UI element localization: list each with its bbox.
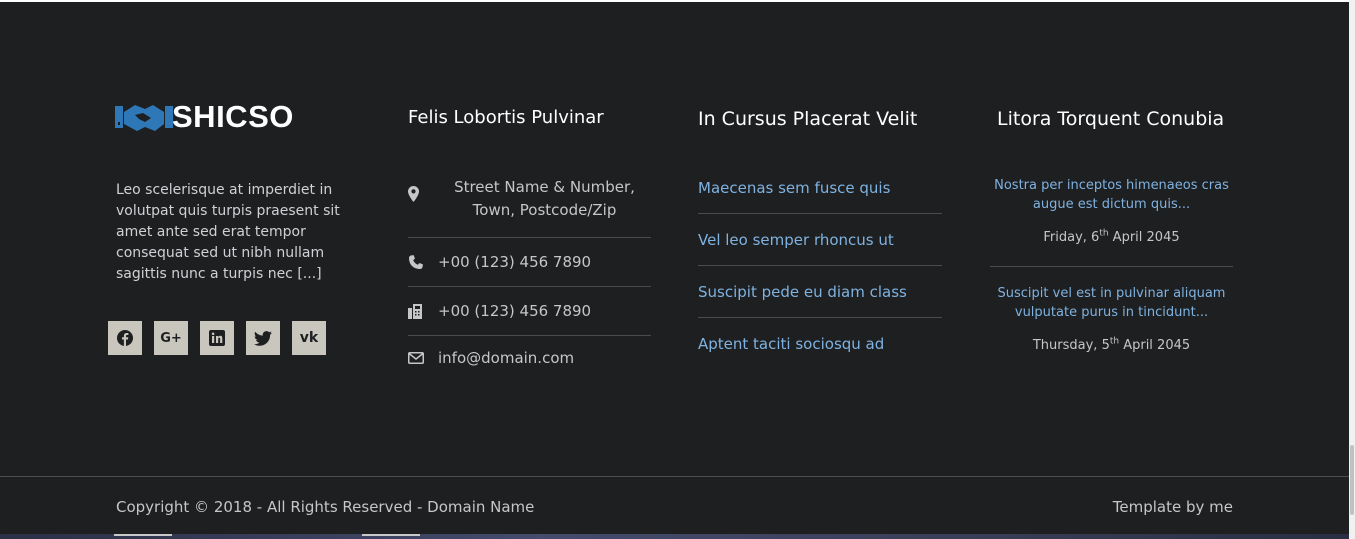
post-date-ordinal: th xyxy=(1109,336,1120,347)
fax-item[interactable]: +00 (123) 456 7890 xyxy=(408,287,651,336)
recent-posts: Nostra per inceptos himenaeos cras augue… xyxy=(990,168,1233,355)
copyright-text: Copyright © 2018 - All Rights Reserved -… xyxy=(116,498,535,516)
address-line-2: Town, Postcode/Zip xyxy=(472,201,617,219)
strip-mark xyxy=(114,534,172,536)
linkedin-icon[interactable] xyxy=(200,321,234,355)
post-title[interactable]: Nostra per inceptos himenaeos cras augue… xyxy=(990,176,1233,214)
email-address: info@domain.com xyxy=(438,348,575,367)
strip-mark xyxy=(362,534,420,536)
envelope-icon xyxy=(408,352,438,364)
facebook-icon[interactable] xyxy=(108,321,142,355)
contact-heading: Felis Lobortis Pulvinar xyxy=(408,107,604,128)
post-date-day: Thursday, 5 xyxy=(1032,338,1110,353)
google-plus-icon[interactable]: G+ xyxy=(154,321,188,355)
post-date-month-year: April 2045 xyxy=(1119,338,1191,353)
google-plus-glyph: G+ xyxy=(160,330,182,346)
about-text: Leo scelerisque at imperdiet in volutpat… xyxy=(116,182,340,282)
phone-item[interactable]: +00 (123) 456 7890 xyxy=(408,238,651,287)
fax-number: +00 (123) 456 7890 xyxy=(438,301,592,320)
post-date-day: Friday, 6 xyxy=(1043,230,1100,245)
address-text: Street Name & Number, Town, Postcode/Zip xyxy=(438,176,651,222)
post-date-ordinal: th xyxy=(1099,228,1109,239)
handshake-icon xyxy=(115,105,173,131)
post-date: Thursday, 5th April 2045 xyxy=(990,337,1233,355)
footer-link[interactable]: Suscipit pede eu diam class xyxy=(698,266,942,318)
brand-logo[interactable]: SHICSO xyxy=(115,99,293,135)
email-item[interactable]: info@domain.com xyxy=(408,336,651,380)
phone-number: +00 (123) 456 7890 xyxy=(438,252,592,271)
address-item: Street Name & Number, Town, Postcode/Zip xyxy=(408,176,651,238)
vertical-scrollbar[interactable] xyxy=(1349,0,1355,539)
vk-icon[interactable]: vk xyxy=(292,321,326,355)
phone-icon xyxy=(408,254,438,270)
brand-name: SHICSO xyxy=(172,99,294,134)
post-item: Suscipit vel est in pulvinar aliquam vul… xyxy=(990,267,1233,355)
social-links: G+ vk xyxy=(108,321,326,355)
footer-link[interactable]: Maecenas sem fusce quis xyxy=(698,162,942,214)
post-item: Nostra per inceptos himenaeos cras augue… xyxy=(990,168,1233,267)
footer-divider xyxy=(0,476,1349,477)
post-date-month-year: April 2045 xyxy=(1108,230,1180,245)
scrollbar-thumb[interactable] xyxy=(1350,445,1354,515)
site-footer: SHICSO Leo scelerisque at imperdiet in v… xyxy=(0,2,1349,534)
map-marker-icon xyxy=(408,176,438,202)
fax-icon xyxy=(408,303,438,319)
twitter-icon[interactable] xyxy=(246,321,280,355)
page-background-strip xyxy=(0,534,1349,539)
links-list: Maecenas sem fusce quis Vel leo semper r… xyxy=(698,162,942,369)
vk-glyph: vk xyxy=(299,330,319,346)
links-heading: In Cursus Placerat Velit xyxy=(698,108,918,130)
address-line-1: Street Name & Number, xyxy=(454,178,635,196)
footer-link[interactable]: Vel leo semper rhoncus ut xyxy=(698,214,942,266)
template-credit-link[interactable]: Template by me xyxy=(1113,497,1233,517)
contact-list: Street Name & Number, Town, Postcode/Zip… xyxy=(408,176,651,380)
posts-heading: Litora Torquent Conubia xyxy=(997,108,1225,130)
footer-link[interactable]: Aptent taciti sociosqu ad xyxy=(698,318,942,369)
post-title[interactable]: Suscipit vel est in pulvinar aliquam vul… xyxy=(990,284,1233,322)
post-date: Friday, 6th April 2045 xyxy=(990,229,1233,247)
